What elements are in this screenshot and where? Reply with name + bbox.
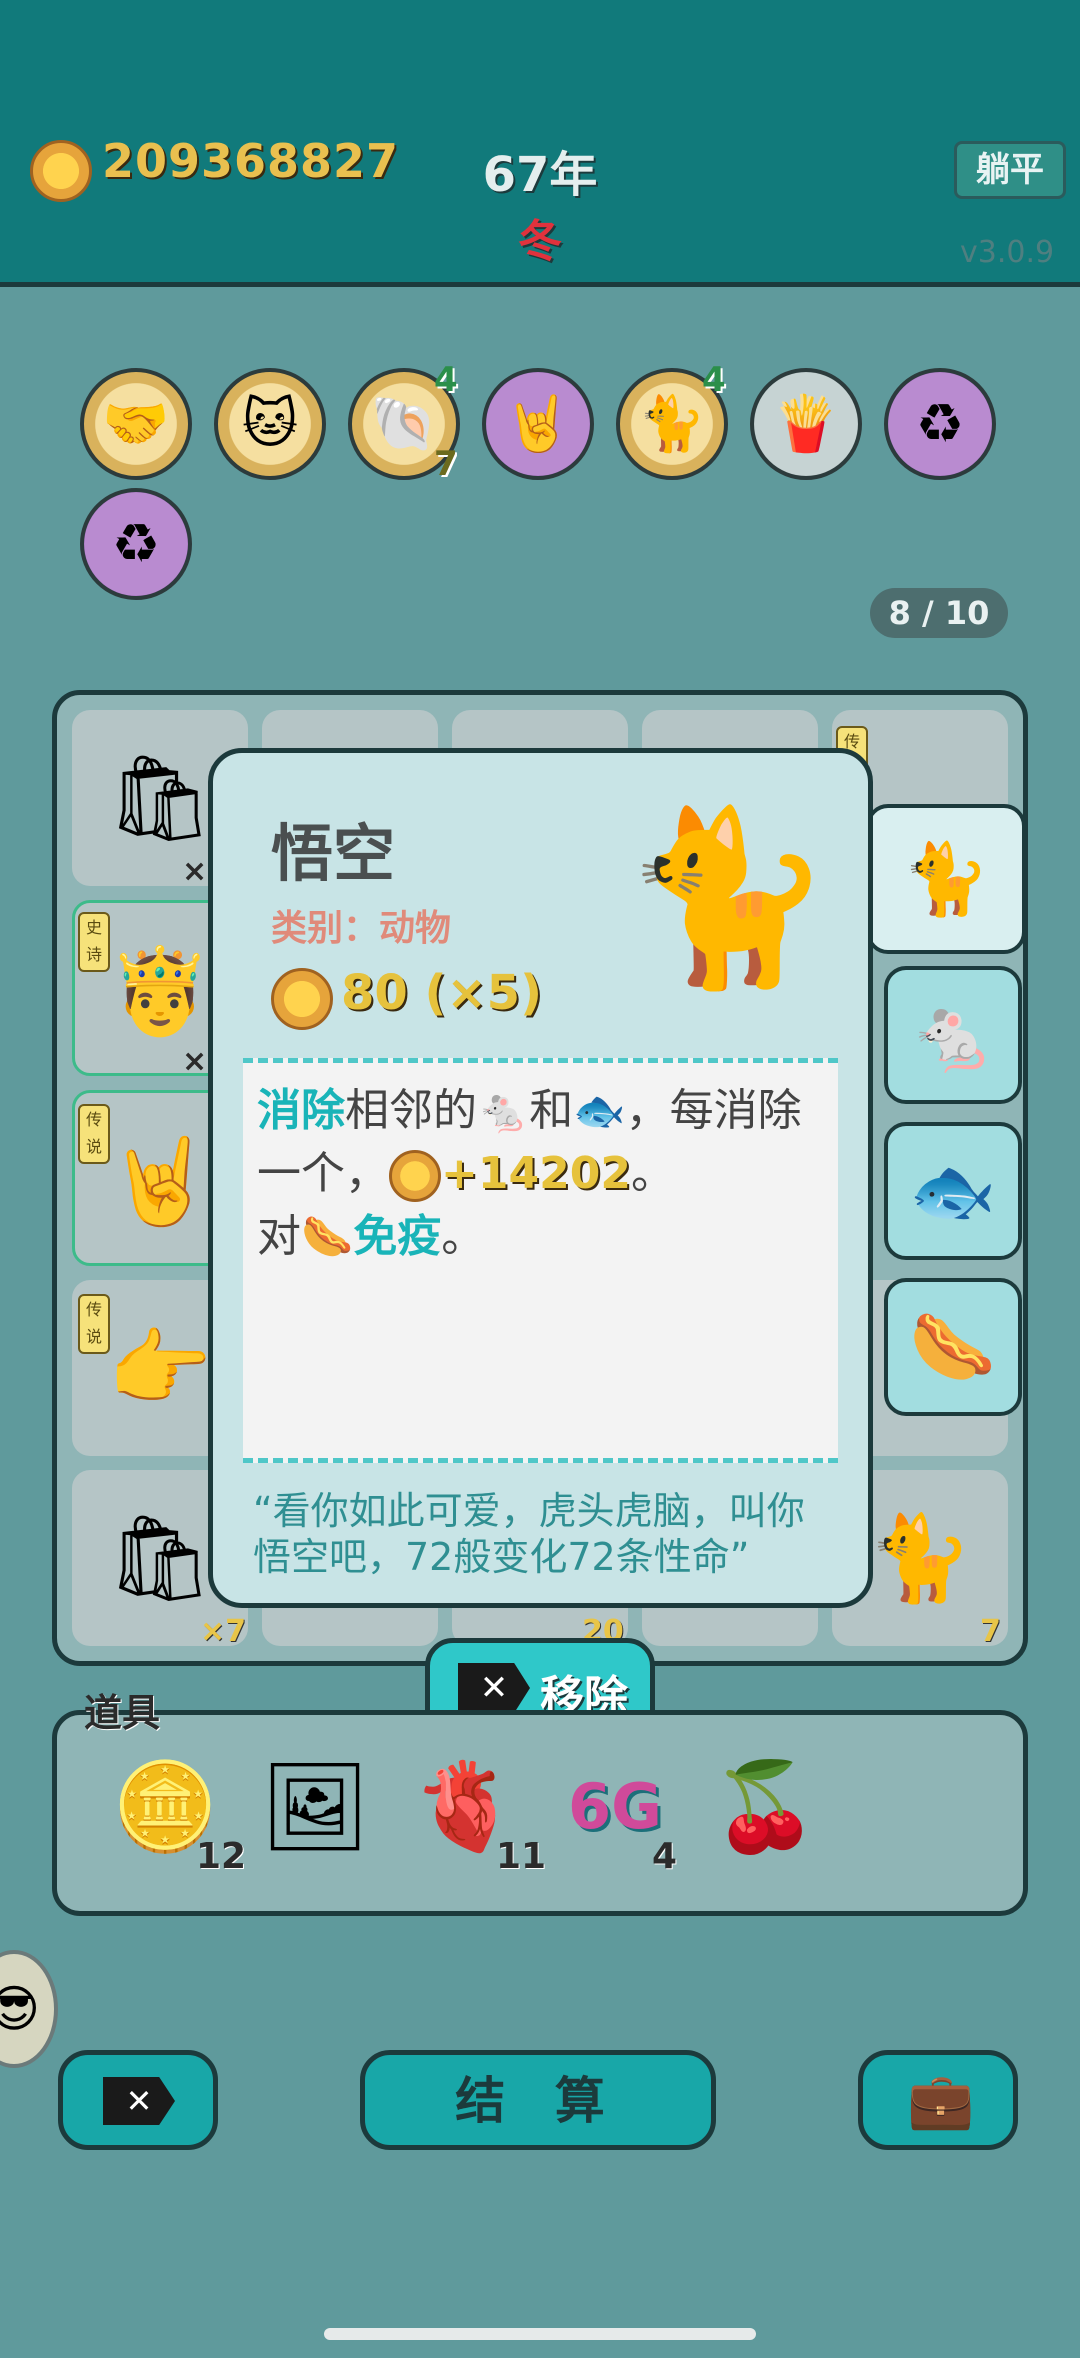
item-count: 4 bbox=[652, 1836, 678, 1877]
avatar[interactable]: 😎 bbox=[0, 1950, 58, 2068]
relic-count-top: 4 bbox=[702, 360, 726, 400]
coin-gain: +14202 bbox=[441, 1148, 631, 1199]
symbol-name: 悟空 bbox=[271, 817, 396, 890]
recycle-icon[interactable]: ♻ bbox=[884, 368, 996, 480]
cat-couple-icon[interactable]: 🐱 bbox=[214, 368, 326, 480]
side-card-fish[interactable]: 🐟 bbox=[884, 1122, 1022, 1260]
rarity-tag: 传说 bbox=[78, 1294, 110, 1354]
inventory-button[interactable]: 💼 bbox=[858, 2050, 1018, 2150]
mouse-icon: 🐁 bbox=[477, 1086, 530, 1135]
settle-button[interactable]: 结 算 bbox=[360, 2050, 716, 2150]
relic-count-top: 4 bbox=[434, 360, 458, 400]
item-picture-frame[interactable]: 🖼 bbox=[260, 1752, 370, 1862]
rarity-tag: 史诗 bbox=[78, 912, 110, 972]
item-count: 11 bbox=[496, 1836, 547, 1877]
desc-text: 。 bbox=[630, 1148, 675, 1199]
items-label: 道具 bbox=[84, 1691, 161, 1735]
item-bayberry[interactable]: 🍒 bbox=[710, 1752, 820, 1862]
version-label: v3.0.9 bbox=[960, 235, 1055, 270]
tile-count: 7 bbox=[980, 1614, 1001, 1649]
recycle-icon[interactable]: ♻ bbox=[80, 488, 192, 600]
desc-text: 。 bbox=[441, 1211, 486, 1262]
progress-counter: 8 / 10 bbox=[870, 588, 1008, 638]
skip-button[interactable]: ✕ bbox=[58, 2050, 218, 2150]
item-count: 12 bbox=[196, 1836, 247, 1877]
close-icon: ✕ bbox=[103, 2077, 175, 2125]
picture-frame-icon: 🖼 bbox=[260, 1757, 370, 1857]
desc-text: 相邻的 bbox=[345, 1085, 477, 1136]
lie-flat-button[interactable]: 躺平 bbox=[954, 141, 1066, 199]
symbol-category: 类别：动物 bbox=[271, 908, 452, 949]
side-card-mouse[interactable]: 🐁 bbox=[884, 966, 1022, 1104]
handshake-icon[interactable]: 🤝 bbox=[80, 368, 192, 480]
sausage-icon: 🌭 bbox=[909, 1306, 997, 1388]
coin-icon bbox=[389, 1150, 441, 1202]
yellow-cat-icon: 🐈 bbox=[902, 838, 990, 920]
briefcase-icon: 💼 bbox=[907, 2069, 975, 2132]
fish-icon: 🐟 bbox=[909, 1150, 997, 1232]
tile-count: ×7 bbox=[200, 1614, 247, 1649]
desc-text: 对 bbox=[257, 1211, 301, 1262]
coin-icon bbox=[30, 140, 92, 202]
fish-icon: 🐟 bbox=[573, 1086, 626, 1135]
keyword-immune: 免疫 bbox=[353, 1211, 442, 1262]
sausage-icon: 🌭 bbox=[301, 1212, 354, 1261]
rock-hand-icon[interactable]: 🤘 bbox=[482, 368, 594, 480]
top-bar: 209368827 67年 冬 躺平 v3.0.9 bbox=[0, 0, 1080, 287]
tile-count: × bbox=[182, 854, 208, 889]
close-icon: ✕ bbox=[458, 1663, 530, 1713]
symbol-value: 80 (×5) bbox=[341, 965, 542, 1021]
rarity-tag: 传说 bbox=[78, 1104, 110, 1164]
bayberry-icon: 🍒 bbox=[711, 1757, 819, 1857]
symbol-detail-card: 悟空 类别：动物 80 (×5) 🐈 消除相邻的🐁和🐟，每消除一个， +14202… bbox=[208, 748, 873, 1608]
settle-label: 结 算 bbox=[455, 2072, 621, 2130]
cat-portrait-icon: 🐈 bbox=[621, 799, 833, 997]
coin-total: 209368827 bbox=[102, 134, 400, 188]
relic-count-bottom: 7 bbox=[434, 444, 458, 484]
side-card-yellow-cat[interactable]: 🐈 bbox=[866, 804, 1026, 954]
desc-text: 和 bbox=[529, 1085, 574, 1136]
year-label: 67年 bbox=[482, 147, 598, 203]
symbol-quote: “看你如此可爱，虎头虎脑，叫你悟空吧，72般变化72条性命” bbox=[253, 1489, 805, 1579]
fries-icon[interactable]: 🍟 bbox=[750, 368, 862, 480]
home-indicator[interactable] bbox=[324, 2328, 756, 2340]
side-card-sausage[interactable]: 🌭 bbox=[884, 1278, 1022, 1416]
season-label: 冬 bbox=[518, 216, 562, 267]
tile-count: × bbox=[182, 1044, 208, 1079]
keyword-remove: 消除 bbox=[257, 1085, 345, 1136]
symbol-description: 消除相邻的🐁和🐟，每消除一个， +14202。 对🌭免疫。 bbox=[243, 1058, 838, 1463]
mouse-icon: 🐁 bbox=[909, 994, 997, 1076]
coin-icon bbox=[271, 968, 333, 1030]
